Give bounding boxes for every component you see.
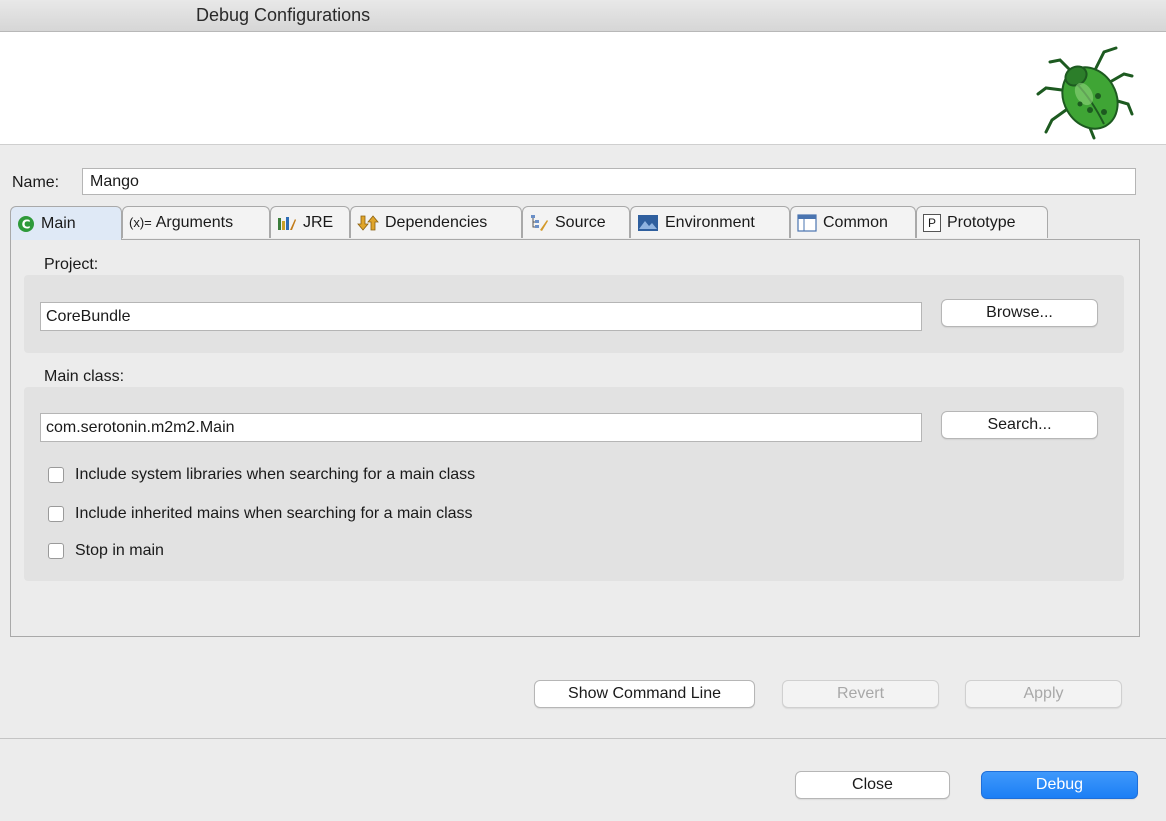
browse-button[interactable]: Browse...: [941, 299, 1098, 327]
tab-common[interactable]: Common: [790, 206, 916, 238]
include-inherited-mains-checkbox[interactable]: [48, 506, 64, 522]
include-inherited-mains-label: Include inherited mains when searching f…: [75, 505, 473, 522]
main-class-input[interactable]: com.serotonin.m2m2.Main: [40, 413, 922, 442]
apply-button[interactable]: Apply: [965, 680, 1122, 708]
prototype-icon: P: [923, 213, 941, 232]
project-label: Project:: [44, 256, 99, 273]
svg-text:C: C: [22, 217, 31, 231]
tab-jre[interactable]: JRE: [270, 206, 350, 238]
revert-button[interactable]: Revert: [782, 680, 939, 708]
stop-in-main-label: Stop in main: [75, 542, 164, 559]
debug-bug-icon: [1036, 46, 1134, 140]
window-title: Debug Configurations: [196, 5, 371, 25]
stop-in-main-option[interactable]: Stop in main: [48, 542, 164, 560]
common-icon: [797, 213, 817, 232]
tab-dependencies[interactable]: Dependencies: [350, 206, 522, 238]
dependencies-icon: [357, 214, 379, 231]
show-command-line-button[interactable]: Show Command Line: [534, 680, 755, 708]
main-class-icon: C: [18, 215, 34, 232]
tab-source-label: Source: [555, 213, 606, 231]
footer-separator: [0, 738, 1166, 739]
tab-jre-label: JRE: [303, 213, 334, 231]
tab-main-label: Main: [41, 214, 76, 232]
tab-arguments-label: Arguments: [155, 213, 234, 231]
environment-icon: [638, 214, 658, 231]
name-label: Name:: [12, 174, 60, 191]
include-system-libraries-checkbox[interactable]: [48, 467, 64, 483]
tab-arguments[interactable]: (x)= Arguments: [122, 206, 270, 238]
tab-prototype-label: Prototype: [947, 213, 1016, 231]
include-system-libraries-label: Include system libraries when searching …: [75, 466, 476, 483]
tab-common-label: Common: [823, 213, 888, 231]
tab-dependencies-label: Dependencies: [385, 213, 488, 231]
tab-main[interactable]: C Main: [10, 206, 122, 240]
debug-button[interactable]: Debug: [981, 771, 1138, 799]
tab-environment-label: Environment: [665, 213, 755, 231]
search-button[interactable]: Search...: [941, 411, 1098, 439]
include-system-libraries-option[interactable]: Include system libraries when searching …: [48, 466, 475, 484]
close-button[interactable]: Close: [795, 771, 950, 799]
tab-source[interactable]: Source: [522, 206, 630, 238]
jre-library-icon: [278, 216, 296, 230]
name-input[interactable]: Mango: [82, 168, 1136, 195]
arguments-icon: (x)=: [129, 215, 152, 230]
include-inherited-mains-option[interactable]: Include inherited mains when searching f…: [48, 505, 473, 523]
tab-strip: C Main (x)= Arguments JRE Dependencies S: [10, 206, 1140, 240]
source-icon: [531, 214, 548, 231]
tab-environment[interactable]: Environment: [630, 206, 790, 238]
tab-prototype[interactable]: P Prototype: [916, 206, 1048, 238]
main-class-label: Main class:: [44, 368, 125, 385]
header-banner: [0, 32, 1166, 145]
stop-in-main-checkbox[interactable]: [48, 543, 64, 559]
project-input[interactable]: CoreBundle: [40, 302, 922, 331]
title-bar: Debug Configurations: [0, 0, 1166, 32]
